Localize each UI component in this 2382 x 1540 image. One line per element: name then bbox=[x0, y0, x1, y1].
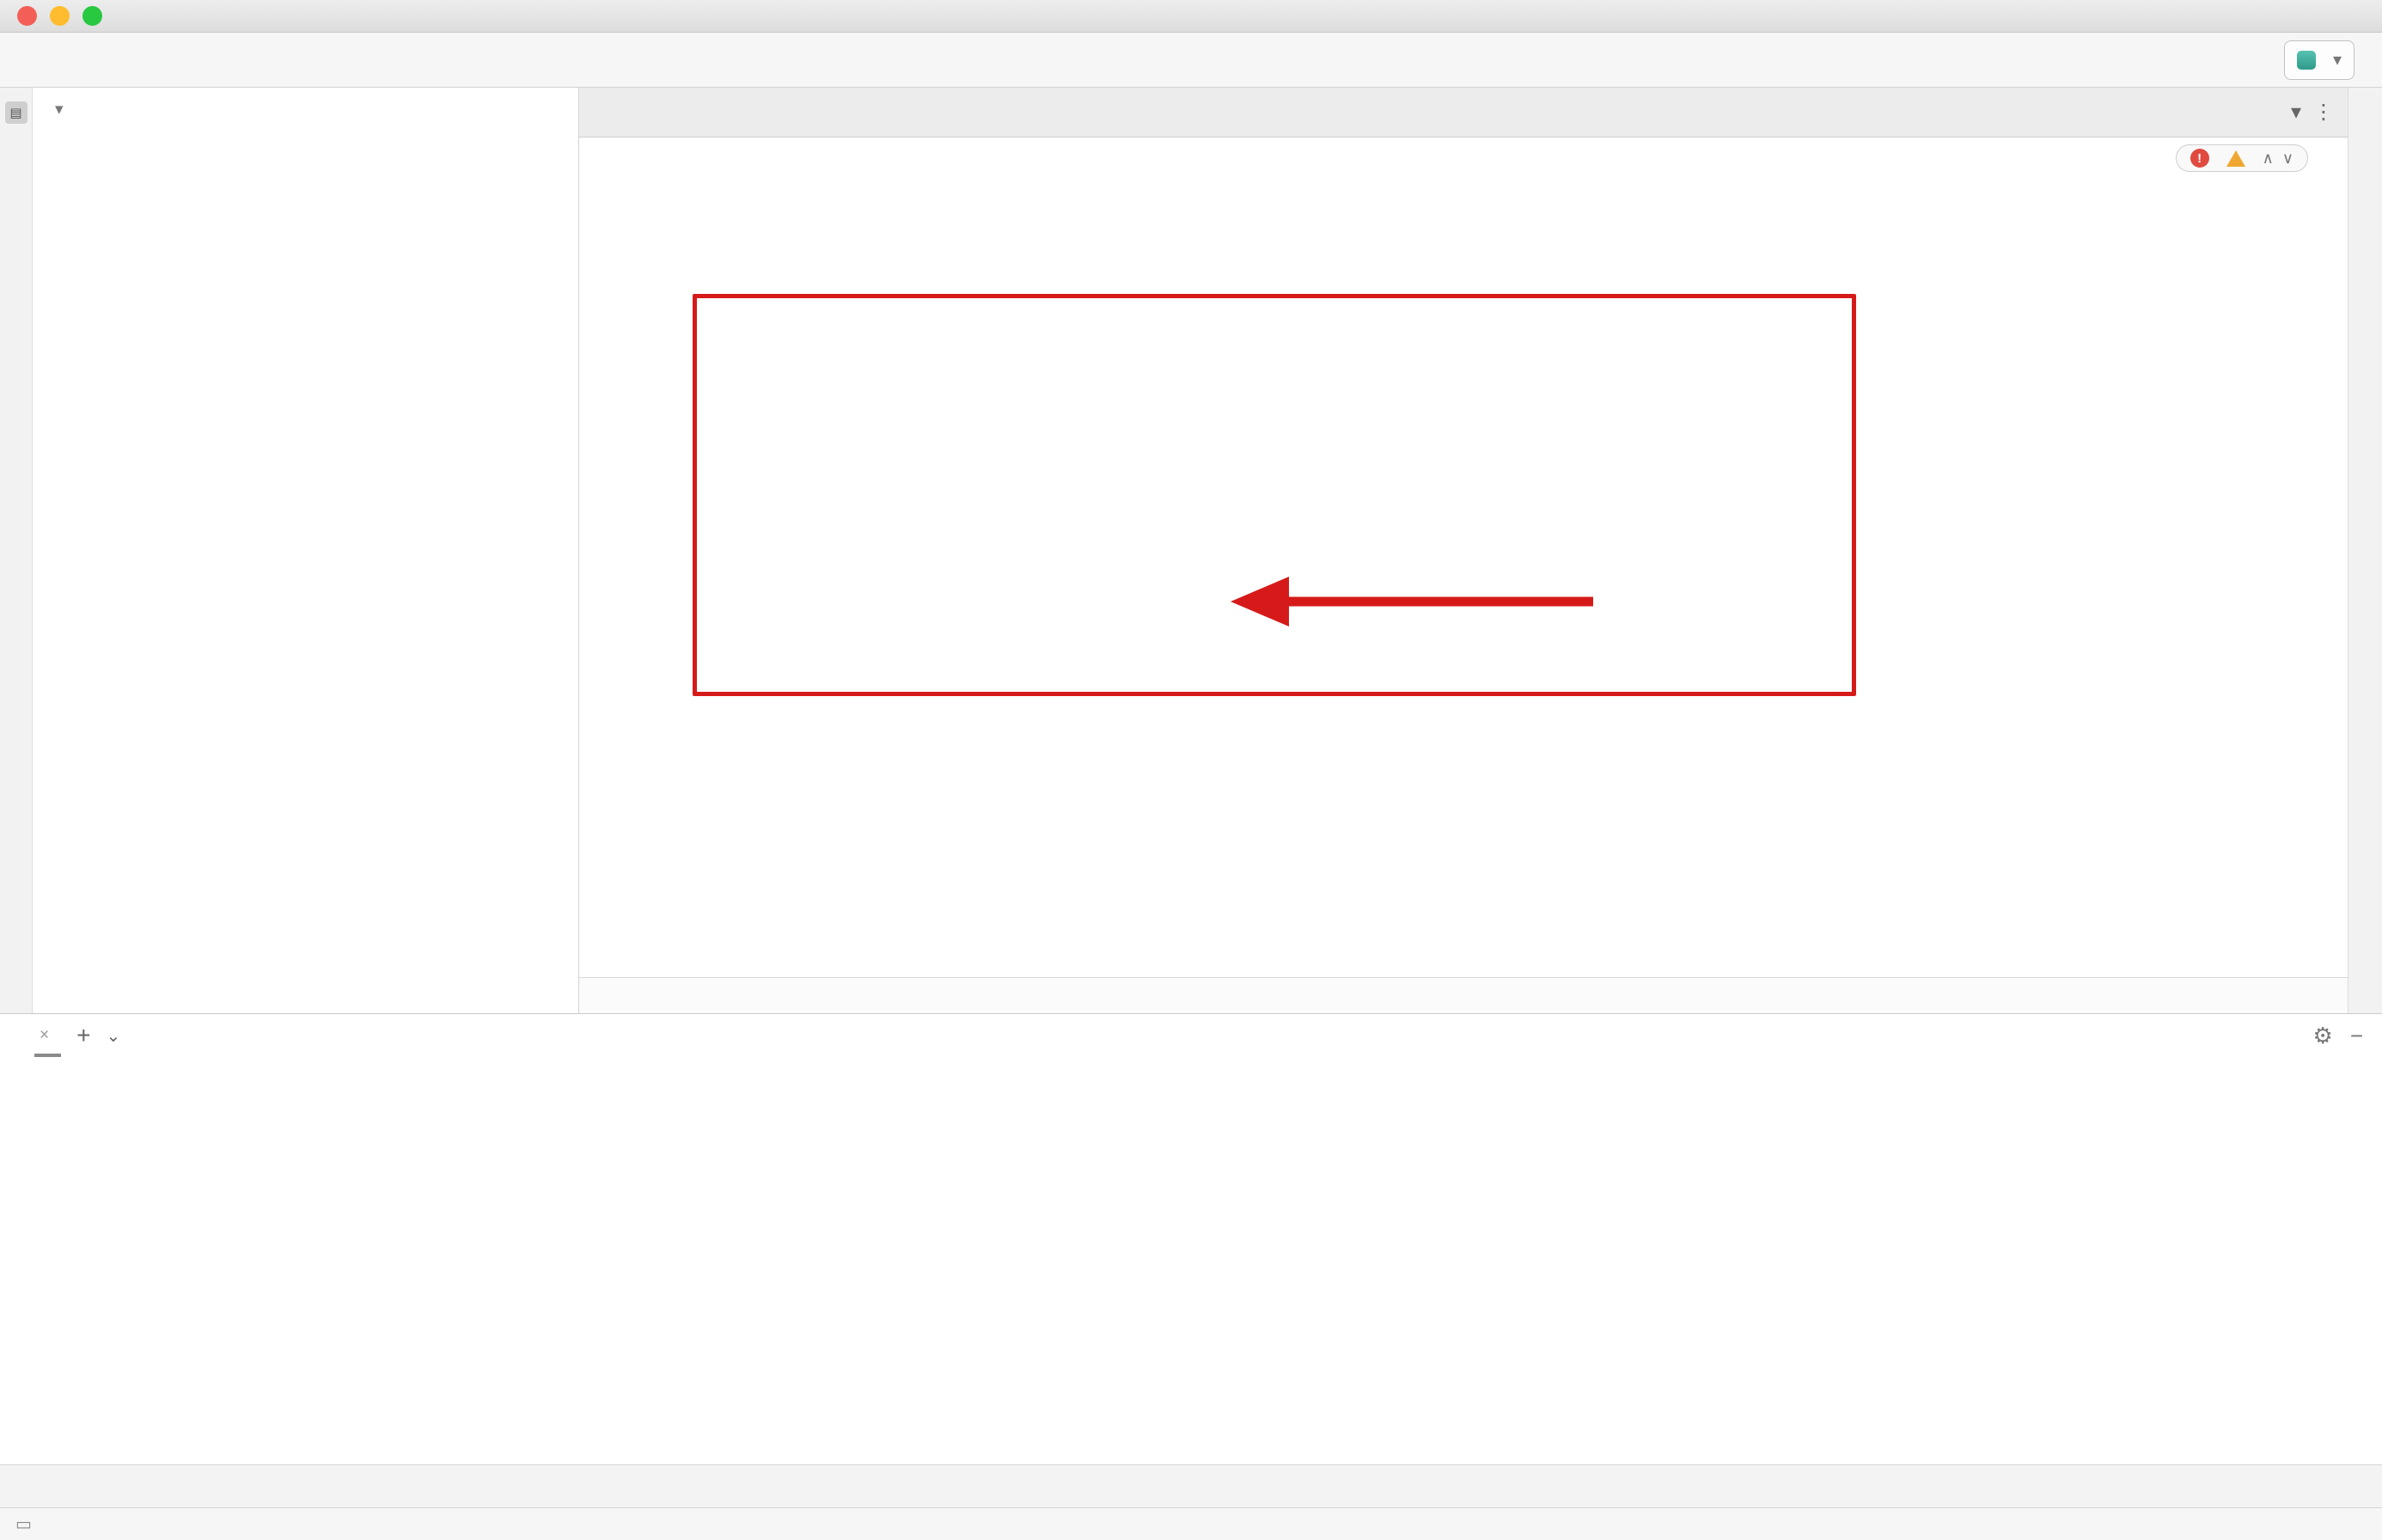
ide-window: ▾ ▤ ▾ ▾ ⋮ bbox=[0, 0, 2382, 1540]
error-icon: ! bbox=[2190, 149, 2209, 168]
toolwindow-toggle-icon[interactable]: ▭ bbox=[15, 1513, 32, 1535]
zoom-window-button[interactable] bbox=[82, 6, 102, 26]
terminal-settings-icon[interactable]: ⚙ bbox=[2313, 1023, 2333, 1049]
editor-breadcrumb[interactable] bbox=[579, 977, 2348, 1013]
chevron-down-icon: ▾ bbox=[2333, 49, 2342, 70]
run-config-select[interactable]: ▾ bbox=[2284, 40, 2355, 80]
code-editor[interactable]: ! ∧ ∨ bbox=[579, 138, 2348, 977]
left-tool-strip: ▤ bbox=[0, 88, 33, 1013]
terminal-tab-local[interactable]: × bbox=[34, 1014, 61, 1057]
right-tool-strip bbox=[2348, 88, 2382, 1013]
tabs-chevron-down-icon[interactable]: ▾ bbox=[2291, 100, 2301, 125]
terminal-minimize-icon[interactable]: − bbox=[2350, 1023, 2363, 1049]
inspections-widget[interactable]: ! ∧ ∨ bbox=[2176, 144, 2308, 172]
terminal-output[interactable] bbox=[0, 1057, 2382, 1464]
code-lines bbox=[579, 138, 2348, 977]
new-terminal-button[interactable]: + bbox=[76, 1022, 90, 1049]
warning-icon bbox=[2226, 150, 2245, 167]
terminal-panel: × + ⌄ ⚙ − bbox=[0, 1013, 2382, 1464]
next-issue-icon[interactable]: ∨ bbox=[2282, 150, 2293, 168]
project-tree bbox=[33, 131, 578, 1013]
project-panel-header: ▾ bbox=[33, 88, 578, 131]
minimize-window-button[interactable] bbox=[50, 6, 70, 26]
editor-area: ▾ ⋮ ! ∧ bbox=[579, 88, 2348, 1013]
close-icon[interactable]: × bbox=[40, 1026, 49, 1045]
tabs-more-icon[interactable]: ⋮ bbox=[2313, 100, 2334, 125]
error-stripe[interactable] bbox=[2318, 138, 2348, 977]
close-window-button[interactable] bbox=[17, 6, 37, 26]
prev-issue-icon[interactable]: ∧ bbox=[2263, 150, 2274, 168]
main-toolbar: ▾ bbox=[2274, 40, 2365, 80]
terminal-header: × + ⌄ ⚙ − bbox=[0, 1014, 2382, 1057]
titlebar bbox=[0, 0, 2382, 33]
chevron-down-icon[interactable]: ▾ bbox=[55, 100, 64, 119]
project-panel: ▾ bbox=[33, 88, 579, 1013]
terminal-chevron-down-icon[interactable]: ⌄ bbox=[106, 1025, 120, 1047]
run-config-icon bbox=[2297, 51, 2316, 70]
status-bar: ▭ bbox=[0, 1507, 2382, 1540]
project-toolwindow-icon[interactable]: ▤ bbox=[5, 101, 27, 124]
navigation-bar: ▾ bbox=[0, 33, 2382, 88]
window-controls bbox=[17, 6, 102, 26]
toolwindow-bar bbox=[0, 1464, 2382, 1507]
editor-tabs: ▾ ⋮ bbox=[579, 88, 2348, 138]
